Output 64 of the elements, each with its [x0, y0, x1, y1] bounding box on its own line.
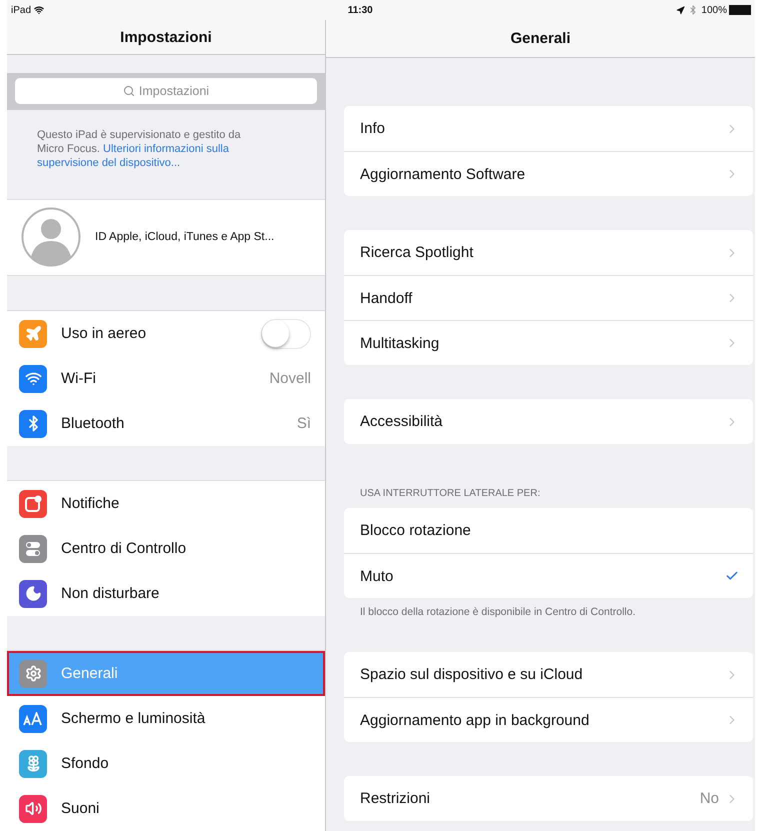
account-label: ID Apple, iCloud, iTunes e App St... [95, 231, 274, 244]
avatar-silhouette [21, 207, 81, 268]
item-label: Non disturbare [61, 585, 160, 602]
row-label: Info [360, 120, 386, 137]
settings-row[interactable]: Ricerca Spotlight [344, 230, 753, 275]
supervision-notice: Questo iPad è supervisionato e gestito da Micro Focus. Ulteriori informazioni sulla supervisione del dispositivo... [36, 128, 242, 172]
row-label: Spazio sul dispositivo e su iCloud [360, 666, 584, 683]
section-footer: Il blocco della rotazione è disponibile in Centro di Controllo. [344, 598, 753, 618]
wifi-icon [24, 370, 42, 387]
device-name: iPad [11, 4, 32, 16]
item-label: Generali [61, 665, 119, 682]
settings-row[interactable]: Aggiornamento Software [344, 151, 753, 196]
row-label: Aggiornamento app in background [360, 712, 590, 728]
settings-row[interactable]: Muto [344, 553, 753, 598]
switches-icon [24, 540, 42, 558]
settings-row[interactable]: Restrizioni No [344, 776, 753, 821]
row-value: Sì [296, 415, 311, 432]
settings-icon [24, 665, 42, 682]
row-value: Novell [269, 370, 311, 387]
flower-icon [24, 755, 42, 772]
item-label: Bluetooth [61, 415, 126, 432]
row-label: Accessibilità [360, 413, 444, 430]
section-header: USA INTERRUTTORE LATERALE PER: [359, 488, 542, 501]
nav-title: Generali [510, 30, 571, 47]
account-row[interactable]: ID Apple, iCloud, iTunes e App St... [7, 198, 325, 276]
more-info-link[interactable]: Ulteriori informazioni sulla [103, 143, 229, 156]
row-label: Handoff [360, 290, 414, 306]
text-size-icon [23, 712, 43, 726]
bluetooth-icon [688, 5, 698, 15]
settings-row[interactable]: Multitasking [344, 320, 753, 365]
row-label: Muto [360, 568, 394, 584]
item-label: Sfondo [61, 755, 110, 772]
item-label: Wi-Fi [61, 370, 97, 387]
search-icon [122, 85, 135, 98]
row-label: Restrizioni [360, 790, 432, 807]
airplane-icon [24, 325, 42, 342]
settings-row[interactable]: Accessibilità [344, 399, 753, 444]
settings-row[interactable]: Info [344, 106, 753, 151]
speaker-icon [24, 800, 42, 817]
search-placeholder: Impostazioni [138, 84, 210, 98]
item-label: Schermo e luminosità [61, 710, 206, 727]
row-value: No [700, 790, 719, 807]
item-label: Suoni [61, 800, 100, 817]
battery-percentage: 100% [701, 4, 727, 16]
battery-icon [729, 5, 751, 15]
settings-row[interactable]: Aggiornamento app in background [344, 697, 753, 742]
settings-row[interactable]: Blocco rotazione [344, 508, 753, 553]
item-label: Uso in aereo [61, 325, 148, 342]
row-label: Aggiornamento Software [360, 166, 526, 182]
item-label: Centro di Controllo [61, 540, 188, 557]
notification-icon [24, 494, 42, 512]
clock: 11:30 [348, 4, 373, 16]
nav-title: Impostazioni [120, 28, 212, 46]
wifi-icon [34, 5, 44, 15]
row-label: Multitasking [360, 334, 440, 352]
item-label: Notifiche [61, 495, 120, 512]
settings-row[interactable]: Spazio sul dispositivo e su iCloud [344, 652, 753, 697]
toggle-switch[interactable] [261, 318, 311, 348]
moon-icon [24, 585, 42, 602]
row-label: Ricerca Spotlight [360, 244, 474, 261]
more-info-link[interactable]: supervisione del dispositivo... [37, 157, 180, 170]
row-label: Blocco rotazione [360, 522, 472, 539]
settings-row[interactable]: Handoff [344, 275, 753, 320]
location-icon [676, 6, 686, 14]
